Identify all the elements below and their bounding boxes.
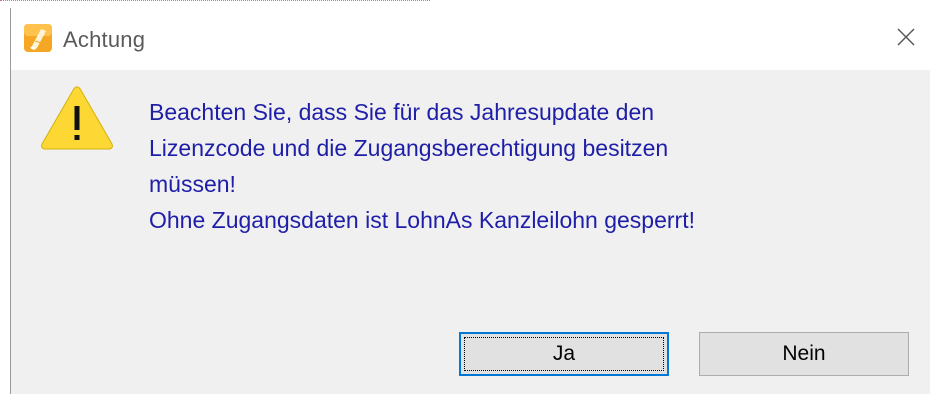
message-line: Lizenzcode und die Zugangsberechtigung b…: [149, 135, 669, 161]
yes-button-label: Ja: [552, 342, 576, 365]
title-bar[interactable]: Achtung: [11, 8, 930, 70]
app-logo-icon: [22, 22, 54, 54]
dialog-content: Beachten Sie, dass Sie für das Jahresupd…: [11, 70, 930, 394]
no-button[interactable]: Nein: [699, 332, 909, 376]
window-title: Achtung: [63, 27, 146, 52]
message-dialog: Achtung Beachten Sie, dass Sie für das J…: [10, 8, 930, 394]
message-line: Ohne Zugangsdaten ist LohnAs Kanzleilohn…: [149, 207, 695, 233]
message-line: Beachten Sie, dass Sie für das Jahresupd…: [149, 99, 655, 125]
warning-icon: [39, 84, 115, 152]
message-line: müssen!: [149, 171, 236, 197]
close-button[interactable]: [889, 22, 923, 56]
message-text: Beachten Sie, dass Sie für das Jahresupd…: [149, 94, 889, 238]
close-icon: [896, 27, 916, 52]
no-button-label: Nein: [782, 342, 826, 365]
yes-button[interactable]: Ja: [459, 332, 669, 376]
